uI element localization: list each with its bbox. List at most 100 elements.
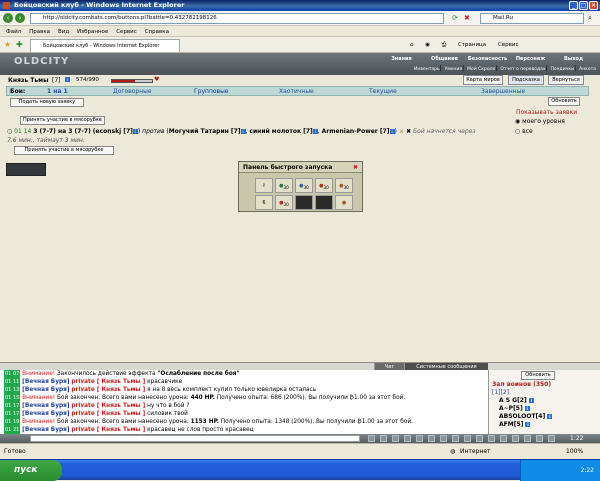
toolbar-icon[interactable] [416, 435, 423, 442]
refresh-list-button[interactable]: Обновить [548, 97, 580, 106]
tab-chaotic[interactable]: Хаотичные [279, 88, 314, 95]
chat-nick[interactable]: [Вечная Буря] [22, 427, 69, 433]
start-button[interactable]: пуск [0, 460, 62, 481]
info-icon[interactable]: i [132, 129, 138, 134]
player-entry[interactable]: A S G[2] i [499, 397, 552, 405]
close-button[interactable]: × [589, 1, 598, 10]
quick-slot-4[interactable]: ●30 [315, 178, 333, 193]
join-battle-button-2[interactable]: Принять участие в мясорубке [14, 146, 114, 155]
toolbar-icon[interactable] [488, 435, 495, 442]
toolbar-icon[interactable] [464, 435, 471, 442]
quick-slot-3[interactable]: ●30 [295, 178, 313, 193]
search-input[interactable]: Mail.Ru [480, 13, 584, 24]
player-entry[interactable]: AFM[5] i [499, 421, 552, 429]
quick-slot-9[interactable] [315, 195, 333, 210]
refresh-icon[interactable]: ⟳ [452, 14, 458, 22]
tools-menu[interactable]: Сервис [498, 42, 519, 48]
quick-slot-7[interactable]: ●30 [275, 195, 293, 210]
quick-slot-1[interactable]: ł [255, 178, 273, 193]
toolbar-icon[interactable] [368, 435, 375, 442]
radio-checked-icon[interactable]: ◉ [515, 118, 520, 125]
radio-icon[interactable]: ○ [515, 128, 520, 135]
minimize-button[interactable]: _ [569, 1, 578, 10]
chat-private[interactable]: private [ Князь Тьмы ] [71, 387, 145, 393]
feeds-icon[interactable]: ◉ [425, 42, 430, 48]
show-all-option[interactable]: ○ все [515, 128, 533, 135]
toolbar-icon[interactable] [500, 435, 507, 442]
panel-close-icon[interactable]: ✖ [353, 162, 358, 173]
subnav-scroll[interactable]: Мой Скролл [467, 67, 495, 72]
hint-button[interactable]: Подсказка [508, 75, 544, 85]
zoom-level[interactable]: 100% [566, 444, 583, 460]
show-my-level-option[interactable]: ◉ моего уровня [515, 118, 565, 125]
nav-character[interactable]: Персонаж [509, 56, 552, 62]
chat-nick[interactable]: [Вечная Буря] [22, 403, 69, 409]
subnav-skills[interactable]: Умения [445, 67, 462, 72]
tab-1v1[interactable]: 1 на 1 [47, 88, 68, 95]
toolbar-icon[interactable] [548, 435, 555, 442]
battle-player-4[interactable]: Armenian-Power [7] [322, 128, 390, 135]
player-entry[interactable]: ABSOLOOT[4] i [499, 413, 553, 421]
print-icon[interactable]: ⎙ [442, 42, 446, 48]
nav-exit[interactable]: Выход [552, 56, 595, 62]
search-icon[interactable]: ⌕ [588, 14, 592, 23]
player-entry[interactable]: A~P[5] i [499, 405, 552, 413]
toolbar-icon[interactable] [512, 435, 519, 442]
info-icon[interactable]: i [528, 398, 534, 403]
battle-player-2[interactable]: Могучий Татарин [7] [169, 128, 241, 135]
info-icon[interactable]: i [240, 129, 246, 134]
subnav-duels[interactable]: Поединки [551, 67, 575, 72]
subnav-inventory[interactable]: Инвентарь [414, 67, 440, 72]
subnav-profile[interactable]: Анкета [579, 67, 596, 72]
nav-security[interactable]: Безопасность [466, 56, 509, 62]
battle-player-1[interactable]: (econskj [7] [93, 128, 133, 135]
home-icon[interactable]: ⌂ [410, 42, 414, 48]
return-button[interactable]: Вернуться [548, 75, 584, 85]
tab-group[interactable]: Групповые [194, 88, 229, 95]
back-icon[interactable]: ‹ [3, 13, 13, 23]
address-input[interactable]: http://oldcity.combats.com/buttons.pl?ba… [30, 13, 444, 24]
toolbar-icon[interactable] [536, 435, 543, 442]
nav-knowledge[interactable]: Знания [380, 56, 423, 62]
info-icon[interactable]: i [525, 422, 531, 427]
chat-private[interactable]: private [ Князь Тьмы ] [71, 379, 145, 385]
stop-icon[interactable]: ✖ [464, 14, 470, 22]
page-menu[interactable]: Страница [458, 42, 486, 48]
chat-nick[interactable]: [Вечная Буря] [22, 411, 69, 417]
tab-finished[interactable]: Завершенные [481, 88, 525, 95]
battle-player-3[interactable]: синий молоток [7] [249, 128, 312, 135]
players-pages[interactable]: [1][2] [492, 389, 509, 396]
chat-private[interactable]: private [ Князь Тьмы ] [71, 411, 145, 417]
chat-private[interactable]: private [ Князь Тьмы ] [71, 403, 145, 409]
quick-slot-10[interactable]: ● [335, 195, 353, 210]
quick-slot-6[interactable]: 6 [255, 195, 273, 210]
forward-icon[interactable]: › [15, 13, 25, 23]
quick-slot-2[interactable]: ●30 [275, 178, 293, 193]
tab-current[interactable]: Текущие [369, 88, 397, 95]
quick-slot-8[interactable] [295, 195, 313, 210]
subnav-transfers[interactable]: Отчет о переводах [500, 67, 545, 72]
battle-radio-icon[interactable]: ○ [7, 128, 12, 135]
info-icon[interactable]: i [389, 129, 395, 134]
chat-nick[interactable]: [Вечная Буря] [22, 387, 69, 393]
chat-nick[interactable]: [Вечная Буря] [22, 379, 69, 385]
toolbar-icon[interactable] [428, 435, 435, 442]
player-name[interactable]: Князь Тьмы [8, 77, 49, 84]
info-icon[interactable]: i [524, 406, 530, 411]
nav-social[interactable]: Общение [423, 56, 466, 62]
toolbar-icon[interactable] [524, 435, 531, 442]
favorites-star-icon[interactable]: ★ [4, 40, 11, 49]
join-battle-button-1[interactable]: Принять участие в мясорубке [20, 116, 105, 125]
toolbar-icon[interactable] [392, 435, 399, 442]
world-map-button[interactable]: Карта миров [463, 75, 503, 85]
browser-tab[interactable]: Бойцовский клуб - Windows Internet Explo… [30, 39, 180, 52]
info-icon[interactable]: i [547, 414, 553, 419]
chat-private[interactable]: private [ Князь Тьмы ] [71, 427, 145, 433]
toolbar-icon[interactable] [380, 435, 387, 442]
quick-slot-5[interactable]: ●30 [335, 178, 353, 193]
chat-message-input[interactable] [30, 435, 360, 442]
new-request-button[interactable]: Подать новую заявку [10, 98, 84, 107]
tab-negotiated[interactable]: Договорные [113, 88, 152, 95]
add-favorite-icon[interactable]: ✚ [16, 40, 23, 49]
toolbar-icon[interactable] [476, 435, 483, 442]
